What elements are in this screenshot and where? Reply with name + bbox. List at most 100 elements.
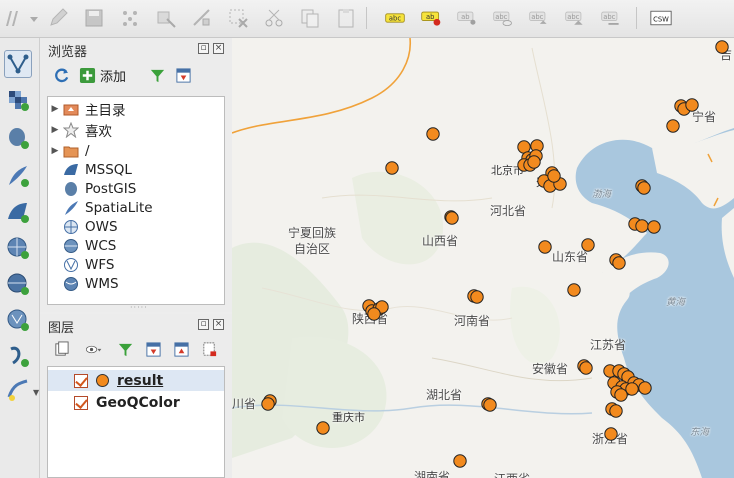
- collapse-all-icon[interactable]: [172, 340, 190, 358]
- layer-row-geoqcolor[interactable]: GeoQColor: [48, 392, 224, 413]
- result-point[interactable]: [647, 220, 661, 234]
- result-point[interactable]: [426, 127, 440, 141]
- filter-legend-icon[interactable]: [116, 340, 134, 358]
- float-button[interactable]: ▫: [198, 319, 209, 330]
- tree-item-wcs[interactable]: WCS: [48, 236, 116, 255]
- cut-features-icon[interactable]: [262, 6, 286, 30]
- dropdown-arrow-icon[interactable]: [30, 6, 38, 30]
- add-wms-layer-icon[interactable]: [4, 234, 32, 262]
- close-button[interactable]: ×: [213, 319, 224, 330]
- expand-arrow-icon[interactable]: ▶: [48, 125, 62, 135]
- result-points-layer: [261, 40, 729, 468]
- add-delimited-text-icon[interactable]: [4, 342, 32, 370]
- tree-item-root[interactable]: ▶ /: [48, 141, 90, 160]
- result-point[interactable]: [261, 397, 275, 411]
- add-feature-icon[interactable]: [118, 6, 142, 30]
- result-point[interactable]: [715, 40, 729, 54]
- result-point[interactable]: [316, 421, 330, 435]
- label-change-icon[interactable]: abc: [562, 6, 588, 30]
- result-point[interactable]: [453, 454, 467, 468]
- collapse-all-icon[interactable]: [174, 67, 192, 85]
- expand-arrow-icon[interactable]: ▶: [48, 146, 62, 156]
- save-edits-icon[interactable]: [82, 6, 106, 30]
- wfs-icon: [62, 256, 80, 274]
- result-point[interactable]: [666, 119, 680, 133]
- tree-item-label: MSSQL: [85, 161, 132, 178]
- result-point[interactable]: [637, 181, 651, 195]
- tree-item-label: WFS: [85, 256, 115, 273]
- float-button[interactable]: ▫: [198, 43, 209, 54]
- map-canvas[interactable]: 宁夏回族 自治区 山西省 河北省 北京市 天津 山东省 陕西省 河南省 江苏省 …: [232, 38, 734, 478]
- result-point[interactable]: [638, 381, 652, 395]
- tree-item-mssql[interactable]: MSSQL: [48, 160, 132, 179]
- add-raster-layer-icon[interactable]: [4, 86, 32, 114]
- layer-visibility-checkbox[interactable]: [74, 395, 88, 410]
- browser-tree: ▶ 主目录 ▶ 喜欢 ▶ / MSSQL PostGIS SpatiaLite …: [47, 96, 225, 305]
- layer-row-result[interactable]: result: [48, 370, 224, 391]
- result-point[interactable]: [445, 211, 459, 225]
- copy-features-icon[interactable]: [298, 6, 322, 30]
- result-point[interactable]: [635, 219, 649, 233]
- result-point[interactable]: [614, 388, 628, 402]
- result-point[interactable]: [612, 256, 626, 270]
- label-rotate-icon[interactable]: abc: [526, 6, 552, 30]
- tree-item-home[interactable]: ▶ 主目录: [48, 99, 126, 119]
- refresh-icon[interactable]: [52, 67, 70, 85]
- remove-layer-icon[interactable]: [200, 340, 218, 358]
- svg-text:abc: abc: [389, 15, 401, 23]
- label-pin-icon[interactable]: ab: [418, 6, 444, 30]
- filter-icon[interactable]: [148, 67, 166, 85]
- result-point[interactable]: [567, 283, 581, 297]
- result-point[interactable]: [604, 427, 618, 441]
- result-point[interactable]: [483, 398, 497, 412]
- result-point[interactable]: [609, 404, 623, 418]
- panel-splitter[interactable]: ·····: [130, 303, 148, 312]
- add-postgis-layer-icon[interactable]: [4, 124, 32, 152]
- tree-item-wfs[interactable]: WFS: [48, 255, 114, 274]
- result-point[interactable]: [385, 161, 399, 175]
- result-point[interactable]: [538, 240, 552, 254]
- result-point[interactable]: [470, 290, 484, 304]
- tree-item-postgis[interactable]: PostGIS: [48, 179, 136, 198]
- result-point[interactable]: [581, 238, 595, 252]
- label-show-icon[interactable]: ab: [454, 6, 480, 30]
- dropdown-arrow-icon[interactable]: ▼: [33, 388, 39, 397]
- browser-panel-title: 浏览器: [48, 45, 88, 60]
- tree-item-spatialite[interactable]: SpatiaLite: [48, 198, 153, 217]
- label-move-icon[interactable]: abc: [490, 6, 516, 30]
- add-wcs-layer-icon[interactable]: [4, 270, 32, 298]
- digitize-icon[interactable]: [2, 6, 26, 30]
- label-icon[interactable]: abc: [382, 6, 408, 30]
- result-point[interactable]: [527, 155, 541, 169]
- expand-arrow-icon[interactable]: ▶: [48, 104, 62, 114]
- result-point[interactable]: [625, 382, 639, 396]
- tree-item-ows[interactable]: OWS: [48, 217, 118, 236]
- pencil-icon[interactable]: [46, 6, 70, 30]
- move-feature-icon[interactable]: [154, 6, 178, 30]
- label-properties-icon[interactable]: abc: [598, 6, 624, 30]
- tree-item-wms[interactable]: WMS: [48, 274, 119, 293]
- visibility-icon[interactable]: [80, 340, 106, 358]
- open-layer-styling-icon[interactable]: [52, 340, 70, 358]
- digitize-vertex-icon[interactable]: [4, 50, 32, 78]
- result-point[interactable]: [547, 169, 561, 183]
- mssql-icon: [62, 161, 80, 179]
- add-button[interactable]: 添加: [78, 66, 126, 85]
- result-point[interactable]: [685, 98, 699, 112]
- result-point[interactable]: [367, 307, 381, 321]
- add-mssql-layer-icon[interactable]: [4, 198, 32, 226]
- close-button[interactable]: ×: [213, 43, 224, 54]
- tree-item-favorites[interactable]: ▶ 喜欢: [48, 120, 112, 140]
- add-wfs-layer-icon[interactable]: [4, 306, 32, 334]
- layer-visibility-checkbox[interactable]: [74, 373, 88, 388]
- csw-icon[interactable]: CSW: [648, 6, 674, 30]
- paste-features-icon[interactable]: [334, 6, 358, 30]
- svg-text:CSW: CSW: [653, 15, 669, 23]
- new-shapefile-icon[interactable]: [4, 376, 32, 404]
- expand-all-icon[interactable]: [144, 340, 162, 358]
- result-point[interactable]: [579, 361, 593, 375]
- add-spatialite-layer-icon[interactable]: [4, 162, 32, 190]
- delete-selected-icon[interactable]: [226, 6, 250, 30]
- node-tool-icon[interactable]: [190, 6, 214, 30]
- star-icon: [62, 121, 80, 139]
